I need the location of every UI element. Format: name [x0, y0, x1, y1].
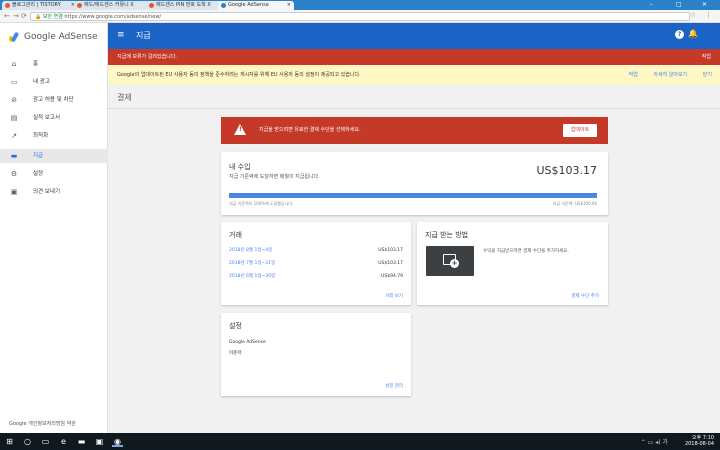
- sidebar-item-feedback[interactable]: ▣ 의견 보내기: [0, 185, 108, 199]
- eu-banner-learn-more-link[interactable]: 자세히 알아보기: [653, 72, 687, 78]
- lock-icon: 🔒: [35, 14, 42, 20]
- browser-tabbar: 블로그관리 | TISTORY × 애드/애드센스 커뮤니 X 애드센스 PIN…: [0, 0, 720, 10]
- sidebar-footer[interactable]: Google 개인정보처리방침 약관: [9, 420, 76, 427]
- transaction-value: US$103.17: [378, 248, 403, 253]
- table-row: 2018년 6월 1일~30일 US$94.79: [229, 272, 403, 282]
- eu-consent-banner: Google의 업데이트된 EU 사용자 동의 정책을 준수하려는 게시자를 위…: [108, 65, 720, 85]
- browser-tab-adsense[interactable]: Google AdSense ×: [218, 1, 294, 10]
- reload-icon[interactable]: ⟳: [21, 12, 27, 20]
- transaction-date-link[interactable]: 2018년 6월 1일~30일: [229, 272, 275, 282]
- add-payment-method-link[interactable]: 결제 수단 추가: [571, 293, 599, 299]
- maximize-icon[interactable]: □: [676, 0, 682, 9]
- tistory-favicon-icon: [5, 3, 10, 8]
- minimize-icon[interactable]: –: [650, 0, 653, 9]
- payments-icon: ▬: [10, 152, 18, 160]
- warning-icon: [234, 124, 246, 135]
- browser-tab-tistory[interactable]: 블로그관리 | TISTORY ×: [2, 1, 78, 10]
- progress-left-label: 지급 기준액의 100%에 도달했습니다.: [229, 201, 294, 206]
- payment-method-desc: 수익을 지급받으려면 결제 수단을 추가하세요.: [483, 249, 569, 254]
- manage-settings-link[interactable]: 설정 관리: [385, 383, 403, 389]
- sidebar-item-reports[interactable]: ▤ 실적 보고서: [0, 111, 108, 125]
- browser-tab-community[interactable]: 애드/애드센스 커뮤니 X: [74, 1, 150, 10]
- payment-method-title: 지급 받는 방법: [425, 231, 469, 239]
- windows-start-icon[interactable]: ⊞: [4, 436, 15, 447]
- eu-banner-action-link[interactable]: 작업: [629, 72, 638, 78]
- sidebar: Google AdSense ⌂ 홈 ▭ 내 광고 ⊘ 광고 허용 및 차단 ▤…: [0, 23, 108, 433]
- transaction-value: US$103.17: [378, 261, 403, 266]
- earnings-title: 내 수입: [229, 163, 251, 171]
- page-title: 결제: [117, 93, 132, 102]
- transaction-date-link[interactable]: 2018년 8월 1일~4일: [229, 246, 272, 256]
- adsense-favicon-icon: [221, 3, 226, 8]
- adsense-logo-icon: [9, 32, 19, 42]
- sidebar-item-my-ads[interactable]: ▭ 내 광고: [0, 75, 108, 89]
- view-transactions-link[interactable]: 거래 보기: [385, 293, 403, 299]
- table-row: 2018년 8월 1일~4일 US$103.17: [229, 246, 403, 256]
- store-icon[interactable]: ▣: [94, 436, 105, 447]
- feedback-icon: ▣: [10, 188, 18, 196]
- sidebar-item-home[interactable]: ⌂ 홈: [0, 57, 108, 71]
- app-header: ≡ 지급 ? 🔔: [108, 23, 720, 49]
- settings-payee-name: 이준학: [229, 351, 242, 356]
- menu-icon[interactable]: ≡: [117, 30, 125, 40]
- sidebar-item-settings[interactable]: ⚙ 설정: [0, 167, 108, 181]
- earnings-subtitle: 지급 기준액에 도달하면 매월이 지급됩니다.: [229, 174, 320, 180]
- browser-menu-icon[interactable]: ⋮: [705, 11, 712, 19]
- windows-taskbar: ⊞ ○ ▭ e ▬ ▣ ◉ ⌃ ▭ ◂) 가 오후 7:10 2018-08-0…: [0, 433, 720, 450]
- transactions-card: 거래 2018년 8월 1일~4일 US$103.17 2018년 7월 1일~…: [221, 222, 411, 305]
- close-window-icon[interactable]: ✕: [702, 0, 707, 9]
- divider: [108, 108, 720, 109]
- community-favicon-icon: [77, 3, 82, 8]
- close-icon[interactable]: ×: [287, 1, 291, 10]
- back-icon[interactable]: ←: [4, 12, 10, 20]
- transaction-value: US$94.79: [381, 274, 403, 279]
- earnings-card: 내 수입 지급 기준액에 도달하면 매월이 지급됩니다. US$103.17 지…: [221, 152, 608, 215]
- address-bar: ← → ⟳ 🔒 보안 연결 https://www.google.com/ads…: [0, 10, 720, 23]
- chrome-browser-icon[interactable]: ◉: [112, 436, 123, 447]
- home-icon: ⌂: [11, 60, 17, 68]
- payment-method-alert: 지급을 받으려면 유효한 결제 수단을 선택하세요. 업데이트: [221, 117, 608, 144]
- settings-card: 설정 Google AdSense 이준학 설정 관리: [221, 313, 411, 396]
- progress-right-label: 지급 기준액: US$100.00: [552, 201, 597, 206]
- help-icon[interactable]: ?: [675, 30, 684, 39]
- task-view-icon[interactable]: ▭: [40, 436, 51, 447]
- system-clock[interactable]: 오후 7:10 2018-08-04: [685, 435, 714, 447]
- add-icon: +: [450, 259, 459, 268]
- table-row: 2018년 7월 1일~31일 US$103.17: [229, 259, 403, 269]
- transactions-title: 거래: [229, 231, 242, 239]
- update-button[interactable]: 업데이트: [563, 124, 597, 137]
- bookmark-star-icon[interactable]: ☆: [690, 11, 696, 19]
- edge-browser-icon[interactable]: e: [58, 436, 69, 447]
- system-tray-icons[interactable]: ⌃ ▭ ◂) 가: [641, 437, 668, 446]
- add-payment-method-tile[interactable]: +: [426, 246, 474, 276]
- browser-tab-pin[interactable]: 애드센스 PIN 번호 도착 X: [146, 1, 222, 10]
- payment-method-card: 지급 받는 방법 + 수익을 지급받으려면 결제 수단을 추가하세요. 결제 수…: [417, 222, 608, 305]
- sidebar-item-block[interactable]: ⊘ 광고 허용 및 차단: [0, 93, 108, 107]
- eu-banner-dismiss-link[interactable]: 닫기: [703, 72, 712, 78]
- block-icon: ⊘: [11, 96, 17, 104]
- ads-icon: ▭: [10, 78, 18, 86]
- sidebar-item-optimization[interactable]: ↗ 최적화: [0, 129, 108, 143]
- settings-title: 설정: [229, 322, 242, 330]
- earnings-amount: US$103.17: [536, 164, 597, 177]
- settings-product: Google AdSense: [229, 340, 266, 345]
- file-explorer-icon[interactable]: ▬: [76, 436, 87, 447]
- hold-banner-action[interactable]: 작업: [702, 49, 711, 65]
- url-input[interactable]: 🔒 보안 연결 https://www.google.com/adsense/n…: [30, 12, 690, 21]
- threshold-progress-bar: [229, 193, 597, 198]
- report-icon: ▤: [10, 114, 18, 122]
- trending-icon: ↗: [11, 132, 17, 140]
- threshold-progress-fill: [229, 193, 597, 198]
- transaction-date-link[interactable]: 2018년 7월 1일~31일: [229, 259, 275, 269]
- sidebar-item-payments[interactable]: ▬ 지급: [0, 149, 108, 163]
- notification-bell-icon[interactable]: 🔔: [688, 29, 698, 38]
- pin-favicon-icon: [149, 3, 154, 8]
- page-header-title: 지급: [136, 31, 151, 40]
- forward-icon[interactable]: →: [13, 12, 19, 20]
- gear-icon: ⚙: [10, 170, 18, 178]
- payment-hold-banner: 지급에 보류가 걸려있습니다. 작업: [108, 49, 720, 65]
- search-icon[interactable]: ○: [22, 436, 33, 447]
